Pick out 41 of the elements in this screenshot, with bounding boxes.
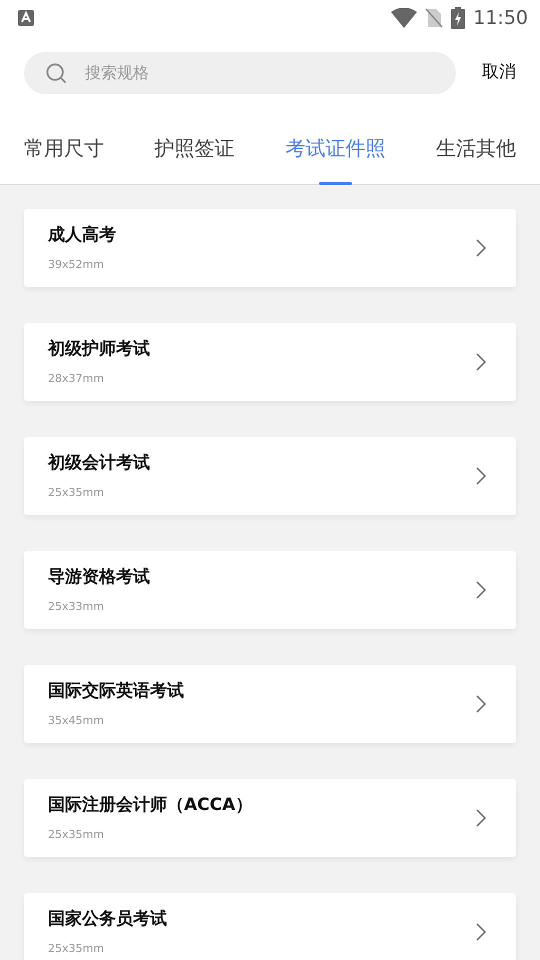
category-tab[interactable]: 考试证件照 [285, 112, 386, 184]
chevron-right-icon [476, 581, 486, 599]
item-size: 28x37mm [48, 370, 105, 386]
size-list-item[interactable]: 国际交际英语考试 35x45mm [24, 665, 516, 743]
item-size: 25x35mm [48, 484, 105, 500]
search-icon [46, 62, 67, 84]
clock-time: 11:50 [473, 6, 528, 31]
chevron-right-icon [476, 467, 486, 485]
category-tab[interactable]: 生活其他 [436, 112, 516, 184]
item-size: 35x45mm [48, 712, 105, 728]
cancel-button[interactable]: 取消 [482, 60, 516, 86]
item-size: 25x33mm [48, 598, 105, 614]
battery-charging-icon [451, 7, 466, 29]
item-title: 初级护师考试 [48, 338, 151, 361]
size-list-item[interactable]: 国家公务员考试 25x35mm [24, 893, 516, 960]
wifi-icon [391, 8, 418, 28]
size-list-item[interactable]: 初级会计考试 25x35mm [24, 437, 516, 515]
category-tab[interactable]: 常用尺寸 [24, 112, 104, 184]
chevron-right-icon [476, 239, 486, 257]
item-title: 初级会计考试 [48, 452, 151, 475]
chevron-right-icon [476, 695, 486, 713]
keyboard-icon [18, 10, 34, 26]
item-title: 国际注册会计师（ACCA） [48, 794, 254, 817]
item-title: 国家公务员考试 [48, 908, 168, 931]
size-list-item[interactable]: 国际注册会计师（ACCA） 25x35mm [24, 779, 516, 857]
size-list-item[interactable]: 成人高考 39x52mm [24, 209, 516, 287]
size-list-item[interactable]: 导游资格考试 25x33mm [24, 551, 516, 629]
search-field[interactable]: 搜索规格 [82, 60, 456, 86]
size-list-item[interactable]: 初级护师考试 28x37mm [24, 323, 516, 401]
item-title: 成人高考 [48, 224, 117, 247]
category-tab[interactable]: 护照签证 [154, 112, 235, 184]
chevron-right-icon [476, 353, 486, 371]
item-size: 39x52mm [48, 256, 105, 272]
chevron-right-icon [476, 809, 486, 827]
item-title: 导游资格考试 [48, 566, 151, 589]
search-bar[interactable]: 搜索规格 [24, 52, 456, 94]
item-size: 25x35mm [48, 940, 105, 956]
chevron-right-icon [476, 923, 486, 941]
item-title: 国际交际英语考试 [48, 680, 185, 703]
no-sim-icon [425, 8, 444, 28]
item-size: 25x35mm [48, 826, 105, 842]
